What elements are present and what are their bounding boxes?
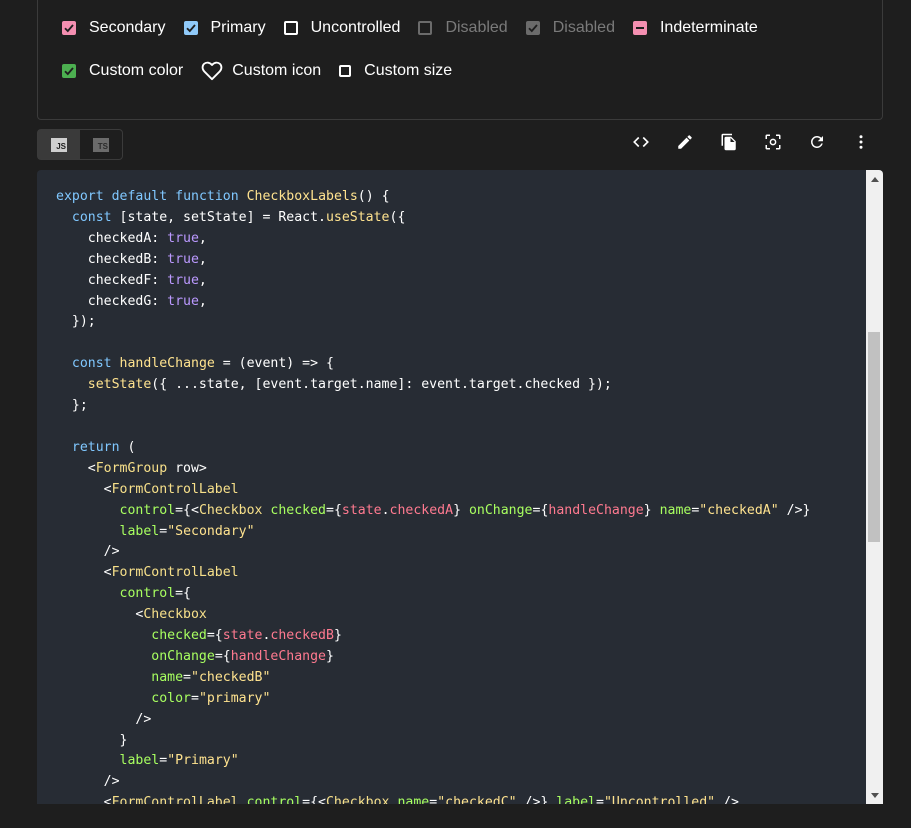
checkbox-label[interactable]: Primary bbox=[211, 19, 266, 37]
checkbox-disabled-checked: Disabled bbox=[525, 19, 615, 37]
edit-icon bbox=[676, 133, 694, 156]
checkbox-custom-size[interactable]: Custom size bbox=[339, 62, 452, 80]
checkbox-secondary[interactable]: Secondary bbox=[62, 19, 166, 37]
reset-icon bbox=[808, 133, 826, 156]
js-toggle-button[interactable]: JS bbox=[38, 130, 80, 159]
checkbox-label: Disabled bbox=[552, 19, 615, 36]
ts-toggle-button[interactable]: TS bbox=[80, 130, 122, 159]
checkbox-label[interactable]: Indeterminate bbox=[660, 19, 758, 37]
checkbox-disabled-unchecked: Disabled bbox=[418, 19, 508, 37]
scroll-up-arrow-icon[interactable] bbox=[866, 170, 883, 187]
checkbox-label[interactable]: Custom color bbox=[89, 62, 183, 80]
language-toggle: JS TS bbox=[37, 129, 123, 160]
edit-in-sandbox-button[interactable] bbox=[663, 129, 707, 159]
checkbox-checked-icon bbox=[525, 21, 540, 35]
more-vert-icon bbox=[852, 133, 870, 156]
checkbox-unchecked-icon[interactable] bbox=[283, 21, 298, 35]
checkbox-row-1: Secondary Primary Uncontrolled Disabled … bbox=[62, 19, 776, 37]
checkbox-custom-color[interactable]: Custom color bbox=[62, 62, 183, 80]
checkbox-unchecked-icon[interactable] bbox=[339, 65, 352, 77]
copy-source-button[interactable] bbox=[707, 129, 751, 159]
screenshot-icon bbox=[764, 133, 782, 156]
checkbox-uncontrolled[interactable]: Uncontrolled bbox=[283, 19, 401, 37]
code-toolbar: JS TS bbox=[37, 129, 883, 161]
toggle-source-button[interactable] bbox=[619, 129, 663, 159]
more-options-button[interactable] bbox=[839, 129, 883, 159]
screenshot-button[interactable] bbox=[751, 129, 795, 159]
checkbox-indeterminate-icon[interactable] bbox=[632, 21, 647, 35]
reset-demo-button[interactable] bbox=[795, 129, 839, 159]
scrollbar-thumb[interactable] bbox=[868, 332, 880, 542]
heart-outline-icon[interactable] bbox=[201, 61, 223, 81]
checkbox-indeterminate[interactable]: Indeterminate bbox=[632, 19, 758, 37]
code-block[interactable]: export default function CheckboxLabels()… bbox=[37, 170, 883, 804]
checkbox-checked-icon[interactable] bbox=[62, 64, 76, 78]
copy-icon bbox=[720, 133, 738, 156]
checkbox-label[interactable]: Custom icon bbox=[232, 62, 321, 80]
code-icon bbox=[632, 133, 650, 156]
checkbox-label[interactable]: Uncontrolled bbox=[311, 19, 401, 37]
checkbox-checked-icon[interactable] bbox=[183, 21, 198, 35]
checkbox-label[interactable]: Custom size bbox=[364, 62, 452, 80]
checkbox-label[interactable]: Secondary bbox=[89, 19, 166, 37]
checkbox-label: Disabled bbox=[445, 19, 508, 36]
checkbox-unchecked-icon bbox=[418, 21, 433, 35]
checkbox-custom-icon[interactable]: Custom icon bbox=[201, 61, 321, 81]
checkbox-checked-icon[interactable] bbox=[62, 21, 76, 35]
checkbox-demo-panel: Secondary Primary Uncontrolled Disabled … bbox=[37, 0, 883, 120]
ts-icon: TS bbox=[93, 137, 109, 152]
scroll-down-arrow-icon[interactable] bbox=[866, 787, 883, 804]
code-scrollbar[interactable] bbox=[866, 170, 883, 804]
toolbar-actions bbox=[619, 129, 883, 159]
checkbox-row-2: Custom color Custom icon Custom size bbox=[62, 61, 470, 81]
checkbox-primary[interactable]: Primary bbox=[183, 19, 266, 37]
js-icon: JS bbox=[51, 137, 67, 152]
code-text[interactable]: export default function CheckboxLabels()… bbox=[56, 187, 810, 804]
